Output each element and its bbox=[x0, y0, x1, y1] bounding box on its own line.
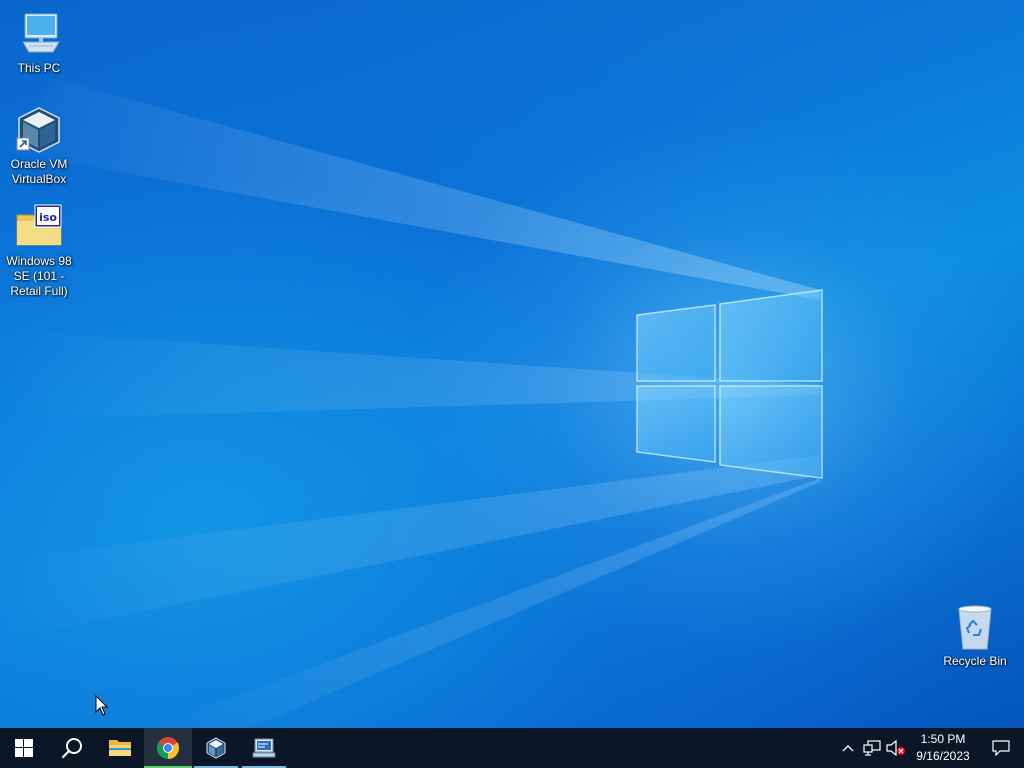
desktop-icon-label: Oracle VM VirtualBox bbox=[10, 157, 68, 186]
desktop-icon-this-pc[interactable]: This PC bbox=[1, 10, 77, 76]
taskbar-chrome[interactable] bbox=[144, 728, 192, 768]
desktop-icon-label: Recycle Bin bbox=[943, 654, 1007, 668]
desktop-icon-windows98-iso[interactable]: iso Windows 98 SE (101 - Retail Full) bbox=[1, 203, 77, 299]
windows-logo-wallpaper bbox=[636, 289, 823, 479]
action-center-icon bbox=[992, 740, 1010, 756]
start-button[interactable] bbox=[0, 728, 48, 768]
wallpaper bbox=[0, 80, 823, 728]
desktop-icon-virtualbox[interactable]: Oracle VM VirtualBox bbox=[1, 106, 77, 187]
volume-muted-icon bbox=[886, 740, 905, 756]
remote-desktop-icon bbox=[252, 738, 276, 758]
taskbar: 1:50 PM 9/16/2023 bbox=[0, 728, 1024, 768]
svg-text:iso: iso bbox=[39, 211, 57, 224]
network-icon bbox=[863, 740, 881, 756]
chevron-up-icon bbox=[842, 745, 854, 752]
computer-icon bbox=[15, 10, 63, 58]
desktop-icon-label: This PC bbox=[17, 61, 61, 75]
system-tray: 1:50 PM 9/16/2023 bbox=[836, 728, 1024, 768]
search-button[interactable] bbox=[48, 728, 96, 768]
recycle-bin-icon bbox=[951, 603, 999, 651]
taskbar-remote-desktop[interactable] bbox=[240, 728, 288, 768]
taskbar-virtualbox[interactable] bbox=[192, 728, 240, 768]
volume-button[interactable] bbox=[884, 728, 908, 768]
mouse-cursor-icon bbox=[95, 695, 109, 716]
desktop-icon-label: Windows 98 SE (101 - Retail Full) bbox=[6, 254, 72, 298]
virtualbox-icon bbox=[206, 737, 226, 759]
iso-file-icon: iso bbox=[15, 203, 63, 251]
windows-logo-icon bbox=[15, 739, 33, 757]
clock-date: 9/16/2023 bbox=[916, 749, 970, 763]
search-icon bbox=[61, 738, 82, 759]
taskbar-file-explorer[interactable] bbox=[96, 728, 144, 768]
clock[interactable]: 1:50 PM 9/16/2023 bbox=[908, 728, 978, 768]
desktop[interactable]: This PC Oracle VM VirtualBox iso Windows… bbox=[0, 0, 1024, 728]
network-button[interactable] bbox=[860, 728, 884, 768]
action-center-button[interactable] bbox=[978, 728, 1024, 768]
clock-time: 1:50 PM bbox=[920, 732, 966, 746]
virtualbox-icon bbox=[15, 106, 63, 154]
desktop-icon-recycle-bin[interactable]: Recycle Bin bbox=[937, 603, 1013, 669]
folder-icon bbox=[109, 740, 131, 756]
chrome-icon bbox=[157, 737, 179, 759]
show-hidden-icons-button[interactable] bbox=[836, 728, 860, 768]
